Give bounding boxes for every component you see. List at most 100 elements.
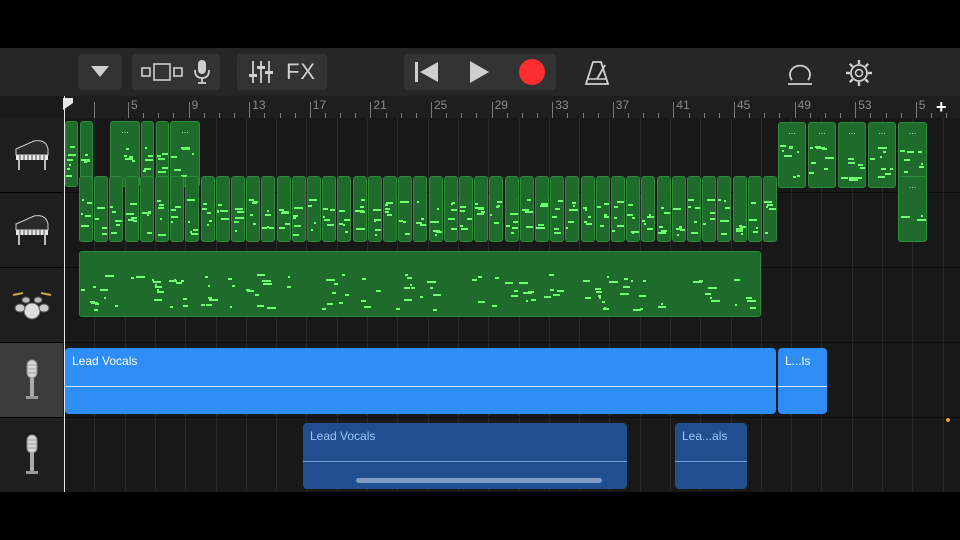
midi-note: [858, 164, 863, 166]
midi-note: [809, 172, 814, 174]
midi-region-piano-2[interactable]: [398, 176, 413, 242]
midi-region-piano[interactable]: ...: [778, 122, 806, 188]
midi-region-piano[interactable]: ...: [808, 122, 836, 188]
midi-note: [171, 209, 177, 211]
midi-note: [334, 283, 338, 285]
midi-region-piano[interactable]: ...: [868, 122, 896, 188]
play-icon[interactable]: [468, 60, 490, 84]
midi-region-piano-2[interactable]: [291, 176, 306, 242]
track-header-piano-1[interactable]: [0, 118, 63, 193]
record-icon[interactable]: [518, 58, 546, 86]
midi-note: [326, 279, 335, 281]
midi-note: [734, 279, 740, 281]
midi-region-piano-2[interactable]: [535, 176, 549, 242]
audio-region-lead-vocals-short[interactable]: L...ls: [778, 348, 827, 414]
midi-region-piano-2[interactable]: [322, 176, 337, 242]
control-bar: FX: [0, 48, 960, 96]
fx-button[interactable]: FX: [286, 59, 316, 85]
midi-note: [658, 226, 663, 228]
midi-region-piano-2[interactable]: [702, 176, 717, 242]
midi-note: [354, 210, 364, 212]
midi-region-piano-2[interactable]: [656, 176, 671, 242]
midi-region-piano-2[interactable]: [124, 176, 139, 242]
midi-note: [725, 207, 731, 209]
midi-region-piano-2[interactable]: [717, 176, 732, 242]
midi-region-piano-2[interactable]: [94, 176, 109, 242]
midi-region-piano-2[interactable]: [139, 176, 154, 242]
midi-region-piano-2[interactable]: [337, 176, 352, 242]
midi-note: [292, 217, 296, 219]
midi-region-piano-2[interactable]: [459, 176, 473, 242]
audio-region-lead-vocals[interactable]: Lead Vocals: [65, 348, 776, 414]
track-header-lead-vocals-2[interactable]: [0, 418, 63, 492]
midi-note: [171, 156, 177, 158]
midi-region-piano-2[interactable]: [231, 176, 245, 242]
midi-region-piano-2[interactable]: [413, 176, 428, 242]
midi-note: [403, 201, 410, 203]
midi-region-piano-2[interactable]: [215, 176, 230, 242]
bar-number: 13: [252, 98, 266, 112]
midi-region-piano-2[interactable]: [641, 176, 656, 242]
track-view-icon[interactable]: [141, 62, 183, 82]
midi-region-piano-2[interactable]: [79, 176, 93, 242]
midi-region-piano-2[interactable]: ...: [898, 176, 927, 242]
midi-note: [201, 208, 207, 210]
midi-region-piano-2[interactable]: [732, 176, 747, 242]
settings-icon[interactable]: [845, 59, 873, 87]
bar-tick: [915, 102, 917, 118]
midi-region-piano-2[interactable]: [246, 176, 261, 242]
bar-number: 25: [434, 98, 448, 112]
midi-region-piano-2[interactable]: [109, 176, 124, 242]
track-menu-button[interactable]: [78, 54, 122, 90]
mixer-icon[interactable]: [248, 60, 274, 84]
track-header-piano-2[interactable]: [0, 193, 63, 268]
loop-browser-icon[interactable]: [786, 60, 814, 86]
midi-region-piano-2[interactable]: [155, 176, 169, 242]
midi-region-piano-2[interactable]: [443, 176, 458, 242]
midi-region-piano-2[interactable]: [687, 176, 701, 242]
midi-note: [510, 232, 514, 234]
track-header-lead-vocals-1[interactable]: [0, 343, 63, 418]
midi-region-piano-2[interactable]: [565, 176, 580, 242]
midi-region-piano-2[interactable]: [519, 176, 534, 242]
midi-note: [918, 151, 922, 153]
midi-region-piano-2[interactable]: [428, 176, 443, 242]
midi-region-piano[interactable]: [65, 121, 78, 187]
midi-region-piano-2[interactable]: [276, 176, 291, 242]
midi-region-piano-2[interactable]: [595, 176, 610, 242]
midi-region-piano-2[interactable]: [747, 176, 762, 242]
midi-region-piano-2[interactable]: [261, 176, 276, 242]
midi-region-piano-2[interactable]: [383, 176, 397, 242]
track-header-drums[interactable]: [0, 268, 63, 343]
add-section-button[interactable]: +: [936, 97, 947, 118]
midi-region-piano-2[interactable]: [611, 176, 625, 242]
rewind-icon[interactable]: [414, 61, 440, 83]
midi-region-piano-2[interactable]: [367, 176, 382, 242]
midi-region-piano-2[interactable]: [185, 176, 200, 242]
midi-region-piano-2[interactable]: [489, 176, 504, 242]
midi-region-drums[interactable]: [79, 251, 761, 317]
midi-region-piano-2[interactable]: [170, 176, 185, 242]
timeline-ruler[interactable]: 5 9 13 17 21 25 29 33 37 41 45 49 53 5: [64, 96, 960, 119]
midi-region-piano-2[interactable]: [307, 176, 321, 242]
midi-note: [171, 216, 177, 218]
horizontal-scrollbar[interactable]: [356, 478, 602, 483]
midi-note: [255, 294, 259, 296]
midi-region-piano-2[interactable]: [474, 176, 489, 242]
midi-region-piano-2[interactable]: [763, 176, 777, 242]
midi-note: [660, 207, 664, 209]
midi-region-piano[interactable]: ...: [838, 122, 866, 188]
midi-region-piano-2[interactable]: [352, 176, 367, 242]
midi-region-piano-2[interactable]: [200, 176, 215, 242]
audio-region-lead-vocals-2[interactable]: Lead Vocals: [303, 423, 627, 489]
midi-region-piano-2[interactable]: [580, 176, 595, 242]
tracks-area[interactable]: ........................ Lead Vocals L..…: [64, 118, 960, 492]
midi-region-piano-2[interactable]: [626, 176, 641, 242]
midi-region-piano-2[interactable]: [550, 176, 565, 242]
midi-note: [738, 225, 742, 227]
metronome-icon[interactable]: [584, 60, 610, 86]
audio-region-lead-vocals-2-short[interactable]: Lea...als: [675, 423, 747, 489]
midi-region-piano-2[interactable]: [671, 176, 686, 242]
midi-region-piano-2[interactable]: [504, 176, 519, 242]
microphone-icon[interactable]: [193, 59, 211, 85]
